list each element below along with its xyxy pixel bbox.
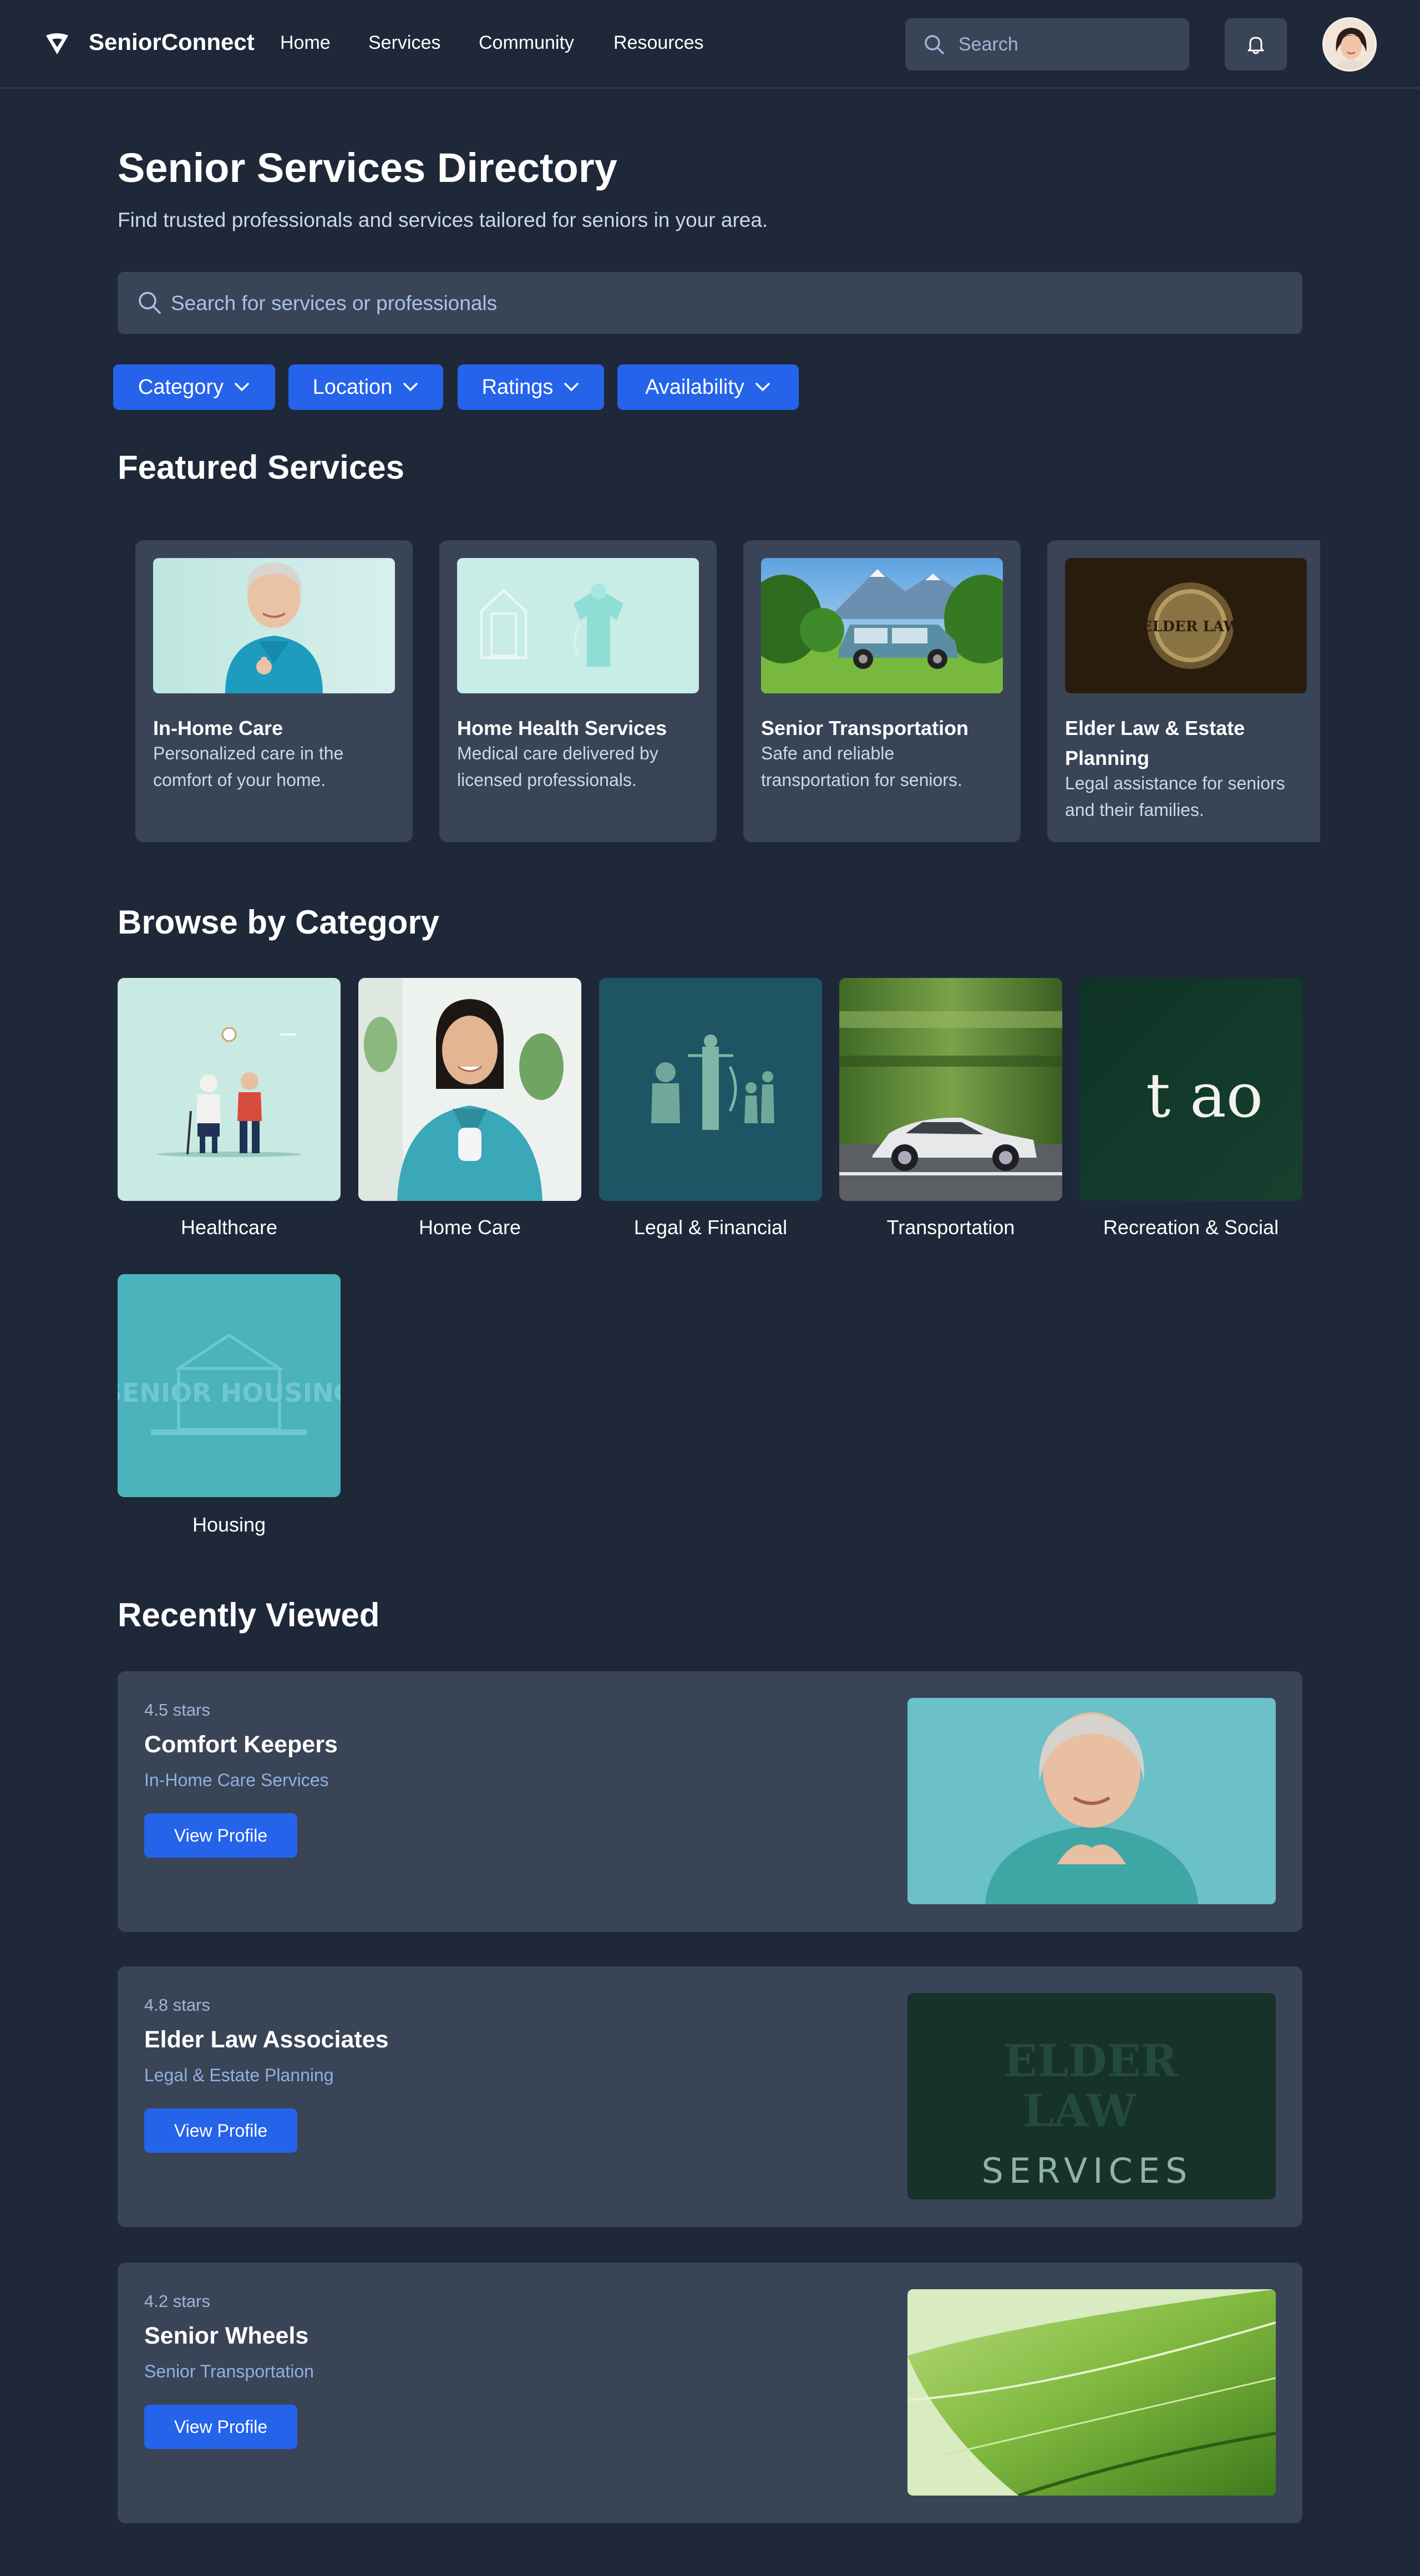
category-tile-recreation-social[interactable]: t ao [1079, 978, 1302, 1201]
elder-image-word-3: SERVICES [982, 2151, 1193, 2191]
filter-availability[interactable]: Availability [617, 364, 799, 410]
featured-card-title: Senior Transportation [761, 717, 969, 739]
services-search-input[interactable]: Search for services or professionals [118, 272, 1302, 334]
featured-card-title: Home Health Services [457, 717, 667, 739]
category-tile-transportation[interactable] [839, 978, 1062, 1201]
category-label: Healthcare [180, 1216, 278, 1239]
recent-card-senior-wheels: 4.2 stars Senior Wheels Senior Transport… [118, 2263, 1302, 2523]
notifications-button[interactable] [1225, 18, 1287, 70]
chevron-down-icon [403, 383, 418, 392]
nav-home[interactable]: Home [280, 32, 331, 54]
page-title: Senior Services Directory [118, 145, 617, 191]
featured-card-transportation[interactable]: Senior Transportation Safe and reliable … [743, 540, 1021, 842]
nav-community[interactable]: Community [479, 32, 574, 54]
header-search-input[interactable]: Search [905, 18, 1189, 70]
chevron-down-icon [755, 383, 770, 392]
recreation-image-letters: t ao [1146, 1060, 1263, 1131]
filter-availability-label: Availability [645, 375, 744, 399]
featured-card-description: Safe and reliable transportation for sen… [761, 743, 962, 790]
filter-category-label: Category [138, 375, 224, 399]
rating-text: 4.5 stars [144, 1700, 210, 1720]
category-tile-housing[interactable]: SENIOR HOUSING [118, 1274, 341, 1497]
view-profile-button[interactable]: View Profile [144, 2405, 297, 2449]
filter-category[interactable]: Category [113, 364, 275, 410]
category-label: Home Care [418, 1216, 521, 1239]
provider-name: Comfort Keepers [144, 1731, 338, 1758]
category-tile-healthcare[interactable] [118, 978, 341, 1201]
category-label: Housing [192, 1513, 266, 1536]
senior-wheels-image [907, 2289, 1276, 2496]
category-tile-home-care[interactable] [358, 978, 581, 1201]
recently-viewed-heading: Recently Viewed [118, 1596, 380, 1634]
provider-category: Senior Transportation [144, 2361, 314, 2381]
provider-category: Legal & Estate Planning [144, 2065, 334, 2085]
elder-law-image: ELDER LAW [1065, 558, 1307, 693]
nav-resources[interactable]: Resources [613, 32, 704, 54]
search-icon [139, 292, 161, 314]
featured-card-in-home-care[interactable]: In-Home Care Personalized care in the co… [135, 540, 413, 842]
recent-card-comfort-keepers: 4.5 stars Comfort Keepers In-Home Care S… [118, 1671, 1302, 1932]
elder-law-associates-image: ELDER LAW SERVICES [907, 1993, 1276, 2199]
featured-card-elder-law[interactable]: ELDER LAW Elder Law & Estate Planning Le… [1047, 540, 1320, 842]
category-label: Transportation [886, 1216, 1015, 1239]
elder-image-word-1: ELDER [1003, 2035, 1178, 2087]
header-search-placeholder: Search [958, 34, 1018, 55]
home-health-image [457, 558, 699, 693]
filter-location-label: Location [312, 375, 393, 399]
nav-services[interactable]: Services [368, 32, 440, 54]
rating-text: 4.2 stars [144, 2291, 210, 2311]
filter-ratings[interactable]: Ratings [458, 364, 604, 410]
user-avatar[interactable] [1322, 17, 1377, 72]
filter-ratings-label: Ratings [481, 375, 554, 399]
provider-category: In-Home Care Services [144, 1770, 329, 1790]
search-icon [925, 35, 944, 54]
category-label: Legal & Financial [633, 1216, 788, 1239]
category-tile-legal-financial[interactable] [599, 978, 822, 1201]
featured-card-title: In-Home Care [153, 717, 283, 739]
featured-card-description: Legal assistance for seniors and their f… [1065, 773, 1285, 820]
comfort-keepers-image [907, 1698, 1276, 1904]
featured-card-description: Medical care delivered by licensed profe… [457, 743, 658, 790]
featured-card-home-health[interactable]: Home Health Services Medical care delive… [439, 540, 717, 842]
filter-location[interactable]: Location [288, 364, 443, 410]
chevron-down-icon [564, 383, 579, 392]
category-label: Recreation & Social [1103, 1216, 1279, 1239]
provider-name: Senior Wheels [144, 2323, 309, 2349]
featured-card-title: Elder Law & Estate Planning [1065, 717, 1245, 769]
in-home-care-image [153, 558, 395, 693]
view-profile-button[interactable]: View Profile [144, 2108, 297, 2153]
avatar-portrait-icon [1324, 19, 1375, 70]
brand-name[interactable]: SeniorConnect [89, 29, 255, 55]
senior-transportation-image [761, 558, 1003, 693]
browse-category-heading: Browse by Category [118, 904, 440, 941]
recent-card-elder-law-associates: 4.8 stars Elder Law Associates Legal & E… [118, 1966, 1302, 2227]
view-profile-button[interactable]: View Profile [144, 1813, 297, 1858]
elder-law-seal-text: ELDER LAW [1141, 618, 1240, 635]
top-header: SeniorConnect Home Services Community Re… [0, 0, 1420, 89]
page-subtitle: Find trusted professionals and services … [118, 209, 768, 231]
chevron-down-icon [235, 383, 249, 392]
services-search-placeholder: Search for services or professionals [171, 292, 498, 315]
featured-card-description: Personalized care in the comfort of your… [153, 743, 344, 790]
elder-image-word-2: LAW [1023, 2085, 1137, 2137]
logo-icon [46, 33, 68, 54]
housing-image-sign: SENIOR HOUSING [118, 1378, 341, 1408]
bell-icon [1247, 37, 1264, 54]
rating-text: 4.8 stars [144, 1995, 210, 2015]
featured-services-heading: Featured Services [118, 449, 404, 486]
provider-name: Elder Law Associates [144, 2026, 389, 2053]
